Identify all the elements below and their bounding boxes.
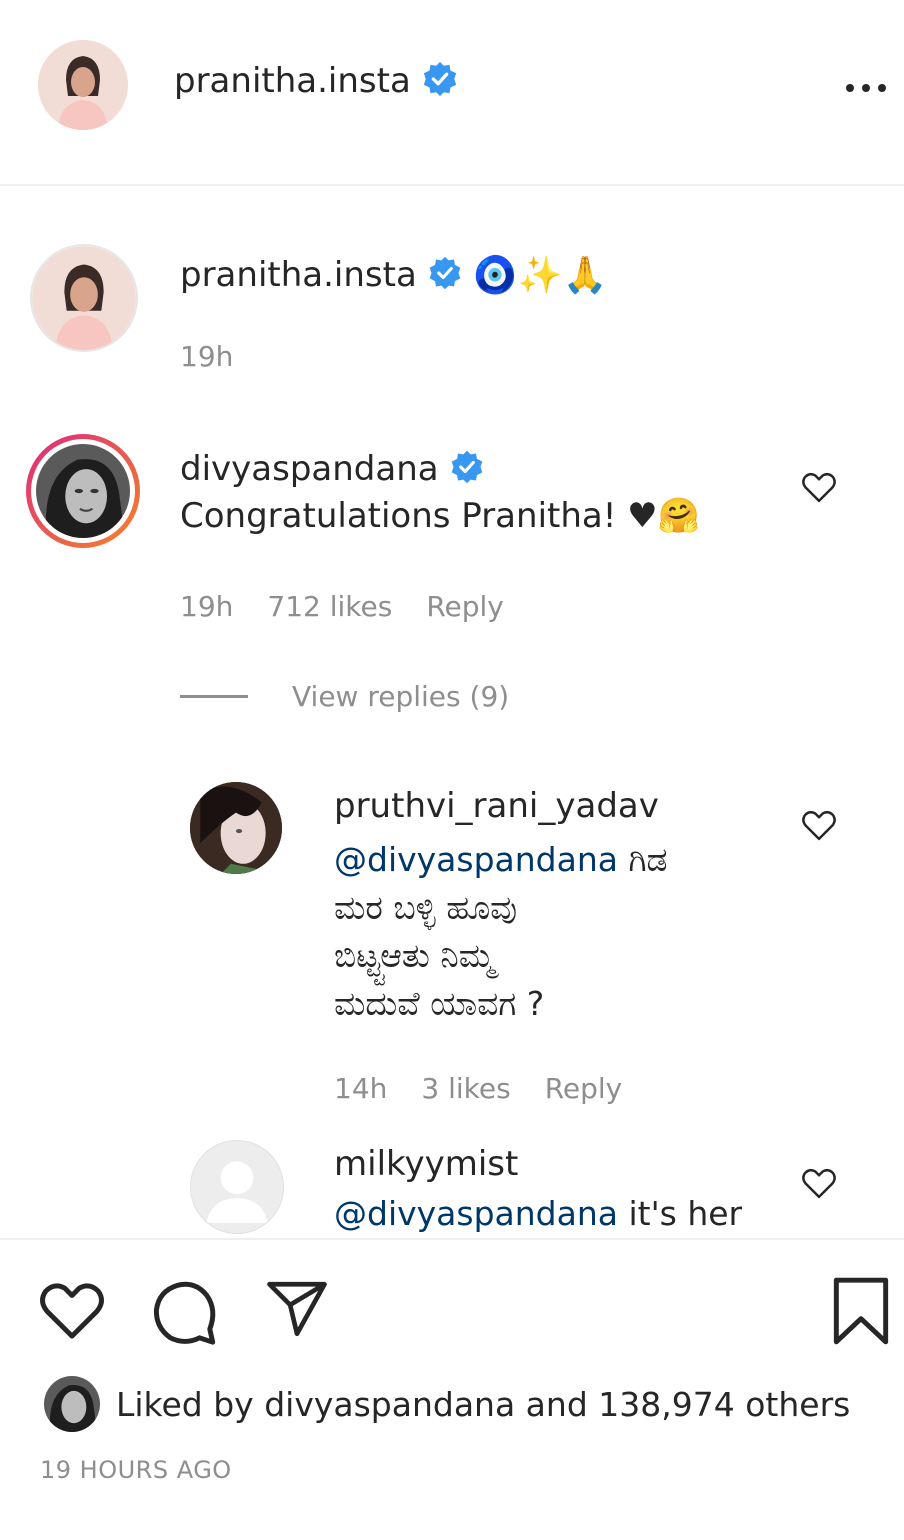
header-avatar[interactable]: [38, 40, 128, 130]
comment-reply-button[interactable]: Reply: [426, 590, 504, 623]
comment-time: 19h: [180, 589, 234, 623]
view-replies-label[interactable]: View replies (9): [292, 680, 509, 713]
header-username[interactable]: pranitha.insta: [174, 61, 411, 101]
liked-by-avatar[interactable]: [44, 1376, 100, 1432]
reply-reply-button[interactable]: Reply: [545, 1072, 623, 1105]
reply-text-body: it's her: [617, 1194, 743, 1233]
caption-avatar[interactable]: [30, 244, 138, 352]
caption-username[interactable]: pranitha.insta: [180, 255, 417, 295]
caption-time: 19h: [180, 340, 234, 373]
verified-badge-icon: [427, 255, 463, 295]
liked-by-username[interactable]: divyaspandana: [264, 1385, 515, 1424]
comment-like-heart-icon[interactable]: [800, 470, 838, 508]
comment-username[interactable]: divyaspandana: [180, 449, 439, 489]
action-bar: Liked by divyaspandana and 138,974 other…: [0, 1240, 904, 1540]
view-replies-toggle[interactable]: View replies (9): [180, 674, 509, 718]
share-paper-plane-icon[interactable]: [262, 1276, 332, 1346]
reply-text: @divyaspandana ಗಿಡ ಮರ ಬಳ್ಳಿ ಹೂವು ಬಿಟ್ಟ್ಟ…: [334, 836, 774, 1028]
reply-mention-link[interactable]: @divyaspandana: [334, 840, 618, 879]
reply-text: @divyaspandana it's her: [334, 1190, 742, 1238]
reply-mention-link[interactable]: @divyaspandana: [334, 1194, 618, 1233]
comments-section[interactable]: pranitha.insta 🧿✨🙏 19h divyaspandana Con…: [0, 186, 904, 1238]
reply-username[interactable]: milkyymist: [334, 1144, 518, 1184]
caption-text: 🧿✨🙏: [472, 255, 608, 296]
reply-like-heart-icon[interactable]: [800, 808, 838, 846]
verified-badge-icon: [449, 449, 485, 489]
reply-username[interactable]: pruthvi_rani_yadav: [334, 786, 659, 826]
comment-avatar-story-ring[interactable]: [26, 434, 140, 548]
reply-text-line1: ಗಿಡ: [617, 840, 668, 879]
liked-by-and: and: [515, 1384, 599, 1424]
liked-by-prefix: Liked by: [116, 1384, 265, 1424]
comment-bubble-icon[interactable]: [150, 1278, 220, 1352]
reply-text-line4: ಮದುವೆ ಯಾವಗ ?: [334, 984, 545, 1023]
reply-avatar[interactable]: [190, 782, 282, 874]
post-header: pranitha.insta: [0, 0, 904, 186]
reply-text-line2: ಮರ ಬಳ್ಳಿ ಹೂವು: [334, 888, 518, 927]
reply-like-heart-icon[interactable]: [800, 1166, 838, 1204]
liked-by-count[interactable]: 138,974 others: [598, 1385, 850, 1424]
like-heart-icon[interactable]: [36, 1278, 108, 1346]
view-replies-line: [180, 694, 248, 698]
save-bookmark-icon[interactable]: [830, 1274, 892, 1352]
reply-time: 14h: [334, 1071, 388, 1105]
liked-by-text: Liked by divyaspandana and 138,974 other…: [116, 1385, 850, 1424]
comment-likes-count[interactable]: 712 likes: [267, 590, 392, 623]
comment-text: Congratulations Pranitha! ♥🤗: [180, 496, 700, 536]
post-timestamp: 19 HOURS AGO: [40, 1456, 232, 1484]
reply-text-line3: ಬಿಟ್ಟ್ಟಆತು ನಿಮ್ಮ: [334, 936, 495, 975]
verified-badge-icon: [421, 60, 459, 102]
default-avatar-icon[interactable]: [190, 1140, 284, 1234]
reply-likes-count[interactable]: 3 likes: [421, 1072, 510, 1105]
more-options-icon[interactable]: [842, 80, 890, 96]
